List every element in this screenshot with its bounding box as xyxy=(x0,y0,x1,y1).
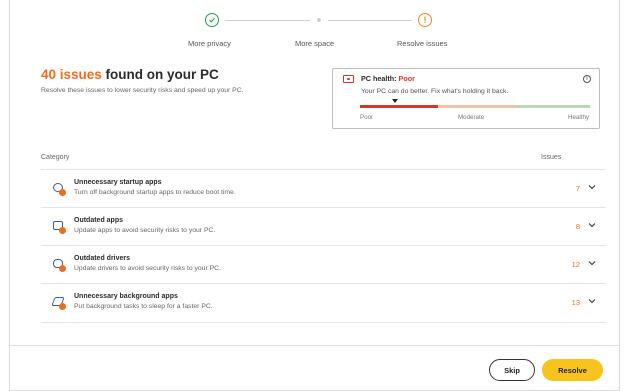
issue-count: 40 issues xyxy=(41,67,102,82)
issue-count-badge: 8 xyxy=(575,222,580,231)
scale-label-moderate: Moderate xyxy=(458,114,485,121)
issue-count-badge: 13 xyxy=(571,298,580,307)
step-label-more-space: More space xyxy=(295,39,335,48)
page-title-text: found on your PC xyxy=(101,67,219,82)
outdated-drivers-icon xyxy=(53,259,66,272)
pc-health-label: PC health: xyxy=(361,74,399,83)
issue-count-badge: 7 xyxy=(575,184,580,193)
scale-label-healthy: Healthy xyxy=(568,114,589,121)
health-bar xyxy=(360,105,590,108)
issue-description: Put background tasks to sleep for a fast… xyxy=(74,303,213,310)
warning-icon: ! xyxy=(418,13,432,27)
chevron-down-icon[interactable] xyxy=(588,259,596,267)
issue-description: Update drivers to avoid security risks t… xyxy=(74,265,221,272)
stepper-connector xyxy=(328,20,412,21)
step-label-resolve-issues: Resolve issues xyxy=(397,39,448,48)
health-level-marker xyxy=(391,99,398,103)
chevron-down-icon[interactable] xyxy=(588,221,596,229)
issue-count-badge: 12 xyxy=(571,260,580,269)
step-label-more-privacy: More privacy xyxy=(188,39,231,48)
issue-row-outdated-drivers[interactable]: Outdated drivers Update drivers to avoid… xyxy=(41,245,606,283)
health-bar-healthy xyxy=(516,105,590,108)
issue-description: Update apps to avoid security risks to y… xyxy=(74,227,216,234)
chevron-down-icon[interactable] xyxy=(588,297,596,305)
issue-title: Outdated drivers xyxy=(74,255,131,262)
issue-row-outdated-apps[interactable]: Outdated apps Update apps to avoid secur… xyxy=(41,207,606,245)
pc-health-card: PC health: Poor i Your PC can do better.… xyxy=(332,68,600,129)
startup-apps-icon xyxy=(53,183,66,196)
pc-health-title: PC health: Poor xyxy=(361,74,415,83)
divider xyxy=(41,322,606,323)
column-header-issues: Issues xyxy=(541,154,562,161)
column-header-category: Category xyxy=(41,154,70,161)
stepper-connector xyxy=(225,20,310,21)
issue-title: Outdated apps xyxy=(74,217,124,224)
issue-row-background-apps[interactable]: Unnecessary background apps Put backgrou… xyxy=(41,283,606,321)
chevron-down-icon[interactable] xyxy=(588,183,596,191)
check-icon xyxy=(205,13,219,27)
info-icon[interactable]: i xyxy=(583,75,591,83)
skip-button[interactable]: Skip xyxy=(489,359,535,381)
progress-stepper: ! More privacy More space Resolve issues xyxy=(10,0,621,50)
scale-label-poor: Poor xyxy=(360,114,374,121)
step-dot-icon xyxy=(317,18,321,22)
issue-title: Unnecessary background apps xyxy=(74,293,178,300)
issue-row-startup-apps[interactable]: Unnecessary startup apps Turn off backgr… xyxy=(41,169,606,207)
pc-health-icon xyxy=(343,75,354,83)
pc-health-description: Your PC can do better. Fix what's holdin… xyxy=(361,88,509,95)
issue-description: Turn off background startup apps to redu… xyxy=(74,189,236,196)
page-subtitle: Resolve these issues to lower security r… xyxy=(41,87,244,94)
outdated-apps-icon xyxy=(53,221,66,234)
health-bar-moderate xyxy=(438,105,516,108)
pc-health-status: Poor xyxy=(398,74,415,83)
health-bar-poor xyxy=(360,105,438,108)
resolve-button[interactable]: Resolve xyxy=(542,359,603,381)
page-title: 40 issues found on your PC xyxy=(41,67,219,82)
footer-divider xyxy=(10,345,619,346)
resolve-issues-dialog: ! More privacy More space Resolve issues… xyxy=(9,0,620,391)
background-apps-icon xyxy=(51,297,66,310)
issue-title: Unnecessary startup apps xyxy=(74,179,162,186)
